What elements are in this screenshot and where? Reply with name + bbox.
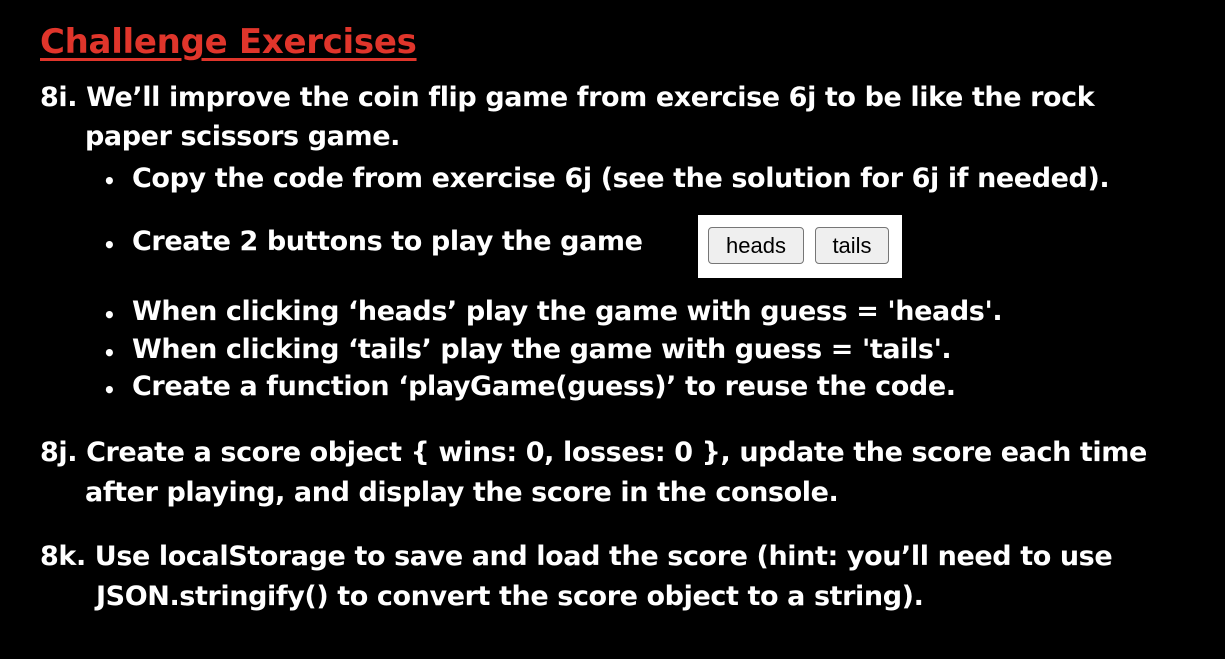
bullet-icon: • bbox=[103, 378, 116, 402]
exercise-8i-line-1: 8i. We’ll improve the coin flip game fro… bbox=[40, 82, 1095, 113]
exercise-8k-line-1: 8k. Use localStorage to save and load th… bbox=[40, 541, 1113, 572]
exercise-8k-line-2: JSON.stringify() to convert the score ob… bbox=[96, 581, 924, 612]
bullet-icon: • bbox=[103, 341, 116, 365]
exercise-8j-line-2: after playing, and display the score in … bbox=[85, 477, 839, 508]
exercise-8i-bullet-5: Create a function ‘playGame(guess)’ to r… bbox=[132, 371, 956, 402]
bullet-icon: • bbox=[103, 233, 116, 257]
exercise-8i-bullet-2: Create 2 buttons to play the game bbox=[132, 226, 643, 257]
exercise-8i-bullet-1: Copy the code from exercise 6j (see the … bbox=[132, 163, 1110, 194]
slide: Challenge Exercises 8i. We’ll improve th… bbox=[0, 0, 1225, 659]
bullet-icon: • bbox=[103, 303, 116, 327]
heads-button[interactable]: heads bbox=[708, 227, 804, 264]
slide-title: Challenge Exercises bbox=[40, 22, 417, 62]
demo-buttons-panel: heads tails bbox=[698, 215, 902, 278]
exercise-8i-line-2: paper scissors game. bbox=[85, 121, 400, 152]
bullet-icon: • bbox=[103, 169, 116, 193]
tails-button[interactable]: tails bbox=[815, 227, 889, 264]
exercise-8i-bullet-4: When clicking ‘tails’ play the game with… bbox=[132, 334, 952, 365]
exercise-8i-bullet-3: When clicking ‘heads’ play the game with… bbox=[132, 296, 1003, 327]
exercise-8j-line-1: 8j. Create a score object { wins: 0, los… bbox=[40, 437, 1147, 468]
